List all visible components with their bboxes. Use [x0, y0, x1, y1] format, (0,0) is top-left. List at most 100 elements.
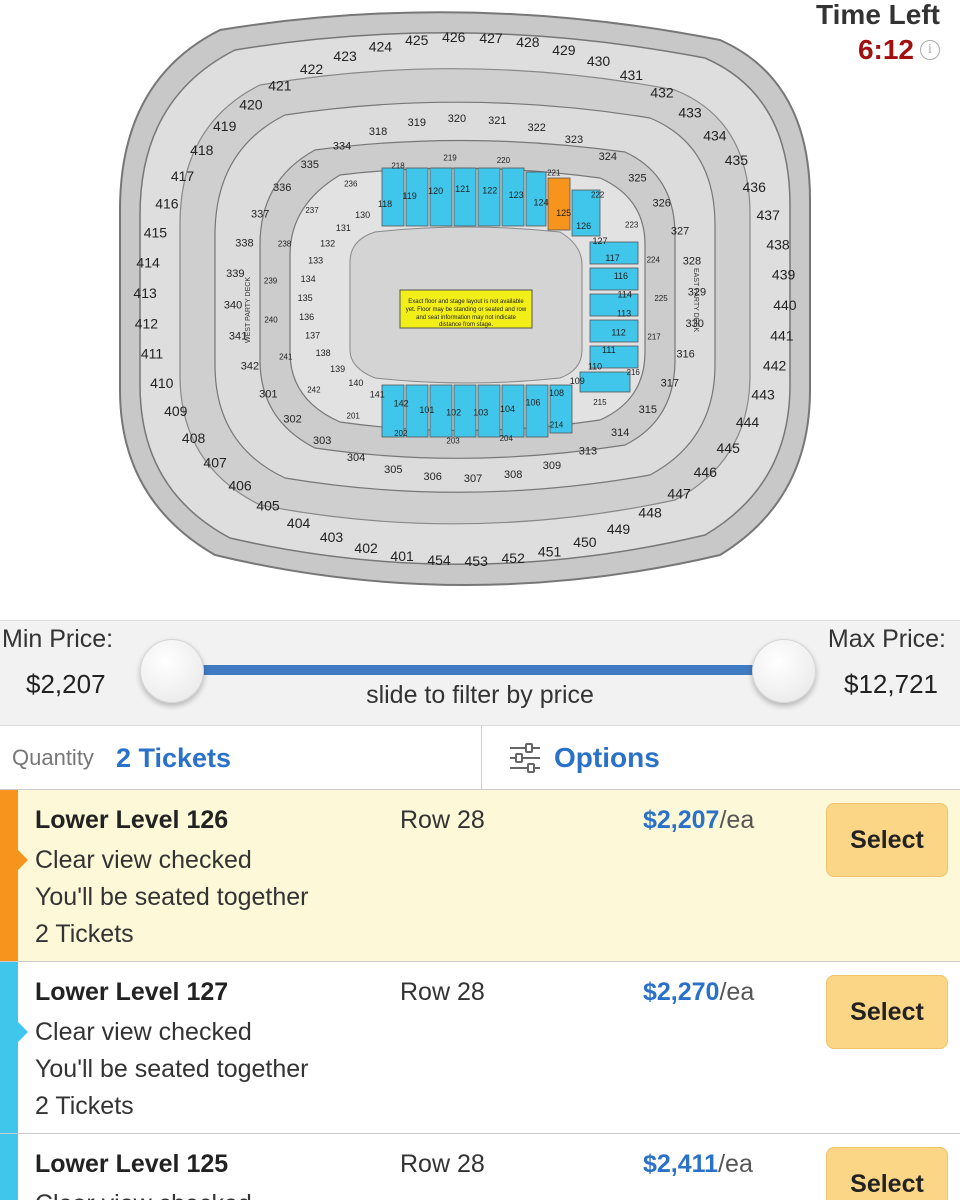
- section-label-214[interactable]: 214: [550, 421, 564, 430]
- section-label-239[interactable]: 239: [264, 277, 278, 286]
- info-icon[interactable]: i: [920, 40, 940, 60]
- section-label-114[interactable]: 114: [618, 290, 632, 300]
- section-label-410[interactable]: 410: [150, 375, 174, 391]
- section-label-412[interactable]: 412: [135, 315, 159, 331]
- section-label-432[interactable]: 432: [650, 85, 674, 101]
- section-label-401[interactable]: 401: [390, 548, 414, 564]
- section-label-305[interactable]: 305: [384, 464, 402, 476]
- section-label-449[interactable]: 449: [607, 521, 631, 537]
- section-label-419[interactable]: 419: [213, 118, 237, 134]
- section-label-438[interactable]: 438: [766, 237, 790, 253]
- seating-map[interactable]: Exact floor and stage layout is not avai…: [110, 0, 820, 600]
- section-label-405[interactable]: 405: [256, 498, 280, 514]
- section-label-451[interactable]: 451: [538, 544, 562, 560]
- section-label-133[interactable]: 133: [308, 256, 323, 266]
- section-label-241[interactable]: 241: [279, 353, 293, 362]
- section-label-406[interactable]: 406: [228, 477, 252, 493]
- section-label-204[interactable]: 204: [500, 434, 514, 443]
- section-label-116[interactable]: 116: [614, 271, 628, 281]
- section-label-215[interactable]: 215: [593, 398, 607, 407]
- section-label-316[interactable]: 316: [676, 349, 694, 361]
- section-label-236[interactable]: 236: [344, 180, 358, 189]
- section-label-330[interactable]: 330: [686, 318, 704, 330]
- section-label-315[interactable]: 315: [639, 404, 657, 416]
- section-label-134[interactable]: 134: [301, 274, 316, 284]
- options-button[interactable]: Options: [482, 726, 960, 789]
- section-label-122[interactable]: 122: [482, 185, 497, 195]
- section-label-329[interactable]: 329: [688, 287, 706, 299]
- section-label-131[interactable]: 131: [336, 223, 351, 233]
- section-label-313[interactable]: 313: [579, 446, 597, 458]
- section-label-326[interactable]: 326: [653, 198, 671, 210]
- section-label-434[interactable]: 434: [703, 127, 727, 143]
- section-label-336[interactable]: 336: [273, 182, 291, 194]
- section-label-125[interactable]: 125: [556, 208, 571, 218]
- section-label-338[interactable]: 338: [235, 237, 253, 249]
- section-label-113[interactable]: 113: [617, 309, 631, 319]
- section-label-416[interactable]: 416: [155, 196, 179, 212]
- select-button[interactable]: Select: [826, 803, 948, 877]
- section-label-337[interactable]: 337: [251, 209, 269, 221]
- stadium-map-svg[interactable]: Exact floor and stage layout is not avai…: [110, 0, 820, 600]
- section-label-446[interactable]: 446: [694, 464, 718, 480]
- select-button[interactable]: Select: [826, 1147, 948, 1200]
- section-label-223[interactable]: 223: [625, 220, 639, 229]
- section-label-424[interactable]: 424: [369, 38, 393, 54]
- section-label-407[interactable]: 407: [203, 455, 227, 471]
- listing-lower-level-125[interactable]: Lower Level 125 Clear view checked Row 2…: [0, 1134, 960, 1200]
- listing-lower-level-127[interactable]: Lower Level 127 Clear view checked You'l…: [0, 962, 960, 1134]
- section-label-217[interactable]: 217: [647, 332, 661, 341]
- section-label-421[interactable]: 421: [268, 77, 292, 93]
- section-label-240[interactable]: 240: [264, 315, 278, 324]
- section-label-301[interactable]: 301: [259, 388, 277, 400]
- section-label-334[interactable]: 334: [333, 140, 351, 152]
- section-label-222[interactable]: 222: [591, 191, 605, 200]
- section-label-135[interactable]: 135: [298, 293, 313, 303]
- section-label-420[interactable]: 420: [239, 96, 263, 112]
- section-label-323[interactable]: 323: [565, 134, 583, 146]
- listing-lower-level-126[interactable]: Lower Level 126 Clear view checked You'l…: [0, 790, 960, 962]
- section-label-325[interactable]: 325: [628, 173, 646, 185]
- section-label-426[interactable]: 426: [442, 29, 466, 45]
- section-label-450[interactable]: 450: [573, 534, 597, 550]
- section-label-318[interactable]: 318: [369, 126, 387, 138]
- section-label-307[interactable]: 307: [464, 473, 482, 485]
- section-label-433[interactable]: 433: [678, 105, 702, 121]
- section-label-417[interactable]: 417: [171, 168, 195, 184]
- section-label-453[interactable]: 453: [465, 553, 489, 569]
- section-label-403[interactable]: 403: [320, 529, 344, 545]
- section-label-108[interactable]: 108: [549, 388, 564, 398]
- section-label-109[interactable]: 109: [570, 376, 585, 386]
- section-label-413[interactable]: 413: [133, 285, 157, 301]
- section-label-439[interactable]: 439: [772, 267, 796, 283]
- section-label-103[interactable]: 103: [473, 408, 488, 418]
- section-label-202[interactable]: 202: [394, 429, 408, 438]
- section-label-415[interactable]: 415: [144, 225, 168, 241]
- section-label-339[interactable]: 339: [226, 268, 244, 280]
- section-label-225[interactable]: 225: [654, 294, 668, 303]
- section-label-124[interactable]: 124: [533, 198, 548, 208]
- section-label-101[interactable]: 101: [419, 405, 434, 415]
- section-label-238[interactable]: 238: [278, 239, 292, 248]
- section-label-418[interactable]: 418: [190, 142, 214, 158]
- section-label-137[interactable]: 137: [305, 330, 320, 340]
- section-label-102[interactable]: 102: [446, 408, 461, 418]
- section-label-117[interactable]: 117: [605, 253, 619, 263]
- section-label-130[interactable]: 130: [355, 210, 370, 220]
- section-label-430[interactable]: 430: [587, 53, 611, 69]
- section-label-112[interactable]: 112: [611, 327, 625, 337]
- section-label-118[interactable]: 118: [378, 199, 392, 209]
- section-label-203[interactable]: 203: [446, 437, 460, 446]
- section-label-408[interactable]: 408: [182, 430, 206, 446]
- section-label-314[interactable]: 314: [611, 427, 629, 439]
- section-label-120[interactable]: 120: [428, 186, 443, 196]
- section-label-437[interactable]: 437: [757, 207, 781, 223]
- section-label-308[interactable]: 308: [504, 469, 522, 481]
- section-label-452[interactable]: 452: [502, 550, 526, 566]
- section-label-442[interactable]: 442: [763, 357, 787, 373]
- section-label-110[interactable]: 110: [588, 361, 602, 371]
- section-label-321[interactable]: 321: [488, 115, 506, 127]
- section-label-443[interactable]: 443: [751, 386, 775, 402]
- section-label-342[interactable]: 342: [241, 360, 259, 372]
- price-slider-track[interactable]: [172, 665, 784, 675]
